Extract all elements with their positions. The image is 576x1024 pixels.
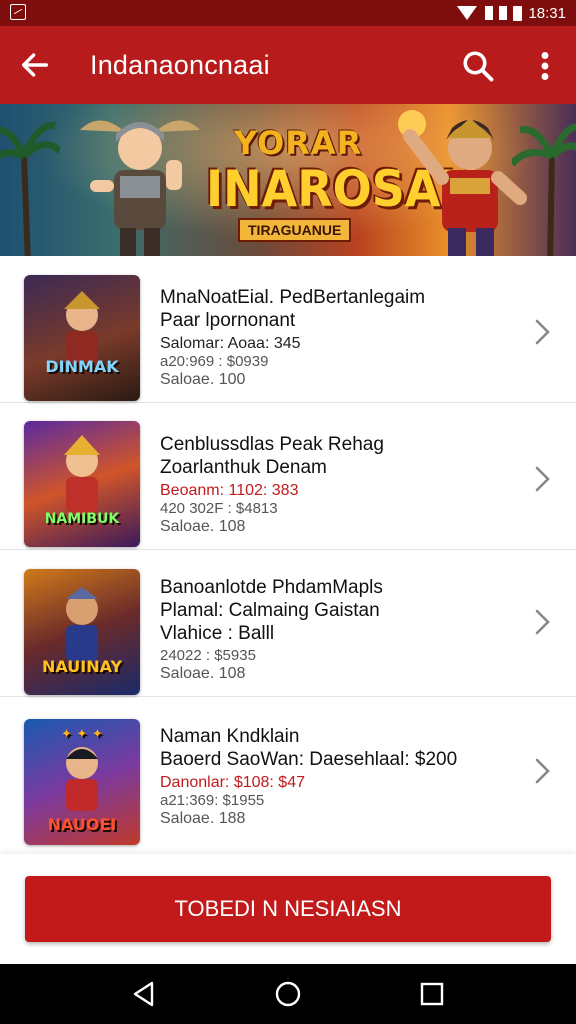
page-title: Indanaoncnaai <box>90 50 270 80</box>
game-thumbnail: DINMAK <box>24 275 140 401</box>
chevron-right-icon[interactable] <box>532 318 552 346</box>
game-thumbnail: NAMIBUK <box>24 421 140 547</box>
character-art-icon <box>66 747 98 811</box>
recents-square-icon[interactable] <box>416 978 448 1010</box>
warrior-right-illustration <box>398 110 527 256</box>
search-icon[interactable] <box>460 48 496 84</box>
list-item[interactable]: DINMAK MnaNoatEial. PedBertanlegaim Paar… <box>0 256 576 403</box>
thumbnail-caption: DINMAK <box>45 357 119 376</box>
list-item[interactable]: ✦ ✦ ✦ NAUOEI Naman Kndklain Baoerd SaoWa… <box>0 697 576 845</box>
primary-action-button[interactable]: TOBEDI N NESIAIASN <box>25 876 551 942</box>
home-circle-icon[interactable] <box>272 978 304 1010</box>
chevron-right-icon[interactable] <box>532 465 552 493</box>
gallery-icon <box>10 4 26 20</box>
hero-banner[interactable]: YORAR INAROSAN TIRAGUANUE <box>0 104 576 256</box>
arrow-left-icon[interactable] <box>18 48 52 82</box>
status-icons: 18:31 <box>457 2 566 24</box>
item-price: a21:369: $1955 <box>160 792 265 809</box>
item-price: 420 302F : $4813 <box>160 500 278 517</box>
item-text: Naman Kndklain Baoerd SaoWan: Daesehlaal… <box>160 725 520 829</box>
status-bar: 18:31 <box>0 0 576 26</box>
app-bar: Indanaoncnaai <box>0 26 576 104</box>
item-text: MnaNoatEial. PedBertanlegaim Paar lporno… <box>160 286 520 390</box>
item-text: Banoanlotde PhdamMapls Plamal: Calmaing … <box>160 576 520 684</box>
system-nav-bar <box>0 964 576 1024</box>
item-sales: Saloae. 108 <box>160 518 246 535</box>
warrior-left-illustration <box>80 120 200 256</box>
back-triangle-icon[interactable] <box>128 978 160 1010</box>
item-title: Cenblussdlas Peak Rehag <box>160 434 384 455</box>
thumbnail-caption: NAMIBUK <box>44 511 120 527</box>
item-detail: Vlahice : Balll <box>160 623 275 644</box>
item-text: Cenblussdlas Peak Rehag Zoarlanthuk Dena… <box>160 433 520 537</box>
item-sales: Saloae. 100 <box>160 371 246 388</box>
item-title: Banoanlotde PhdamMapls <box>160 577 383 598</box>
signal-icon <box>485 6 494 20</box>
item-detail: Salomar: Aoaa: 345 <box>160 335 301 352</box>
item-subtitle: Paar lpornonant <box>160 310 296 331</box>
signal-icon <box>499 6 508 20</box>
item-title: MnaNoatEial. PedBertanlegaim <box>160 287 426 308</box>
chevron-right-icon[interactable] <box>532 757 552 785</box>
item-price: a20:969 : $0939 <box>160 353 269 370</box>
item-detail: Beoanm: 1102: 383 <box>160 482 299 499</box>
item-detail: Danonlar: $108: $47 <box>160 774 305 791</box>
character-art-icon <box>64 435 100 513</box>
thumbnail-caption: NAUINAY <box>41 657 123 676</box>
item-price: 24022 : $5935 <box>160 647 256 664</box>
list-item[interactable]: NAUINAY Banoanlotde PhdamMapls Plamal: C… <box>0 550 576 697</box>
item-title: Naman Kndklain <box>160 726 300 747</box>
thumbnail-caption: NAUOEI <box>47 815 117 834</box>
item-subtitle: Plamal: Calmaing Gaistan <box>160 600 380 621</box>
battery-icon <box>513 5 523 21</box>
item-sales: Saloae. 108 <box>160 665 246 682</box>
game-thumbnail: NAUINAY <box>24 569 140 695</box>
item-subtitle: Zoarlanthuk Denam <box>160 457 327 478</box>
banner-logo-top: YORAR <box>234 124 363 162</box>
chevron-right-icon[interactable] <box>532 608 552 636</box>
game-thumbnail: ✦ ✦ ✦ NAUOEI <box>24 719 140 845</box>
game-list: DINMAK MnaNoatEial. PedBertanlegaim Paar… <box>0 256 576 854</box>
palm-tree-icon <box>0 121 60 256</box>
banner-logo-sub: TIRAGUANUE <box>238 218 352 242</box>
list-item[interactable]: NAMIBUK Cenblussdlas Peak Rehag Zoarlant… <box>0 403 576 550</box>
item-sales: Saloae. 188 <box>160 810 246 827</box>
more-vert-icon[interactable] <box>530 48 560 84</box>
status-time: 18:31 <box>528 4 566 22</box>
wifi-icon <box>457 6 478 20</box>
item-subtitle: Baoerd SaoWan: Daesehlaal: $200 <box>160 749 458 770</box>
cta-area: TOBEDI N NESIAIASN <box>0 854 576 964</box>
character-art-icon <box>66 587 98 661</box>
